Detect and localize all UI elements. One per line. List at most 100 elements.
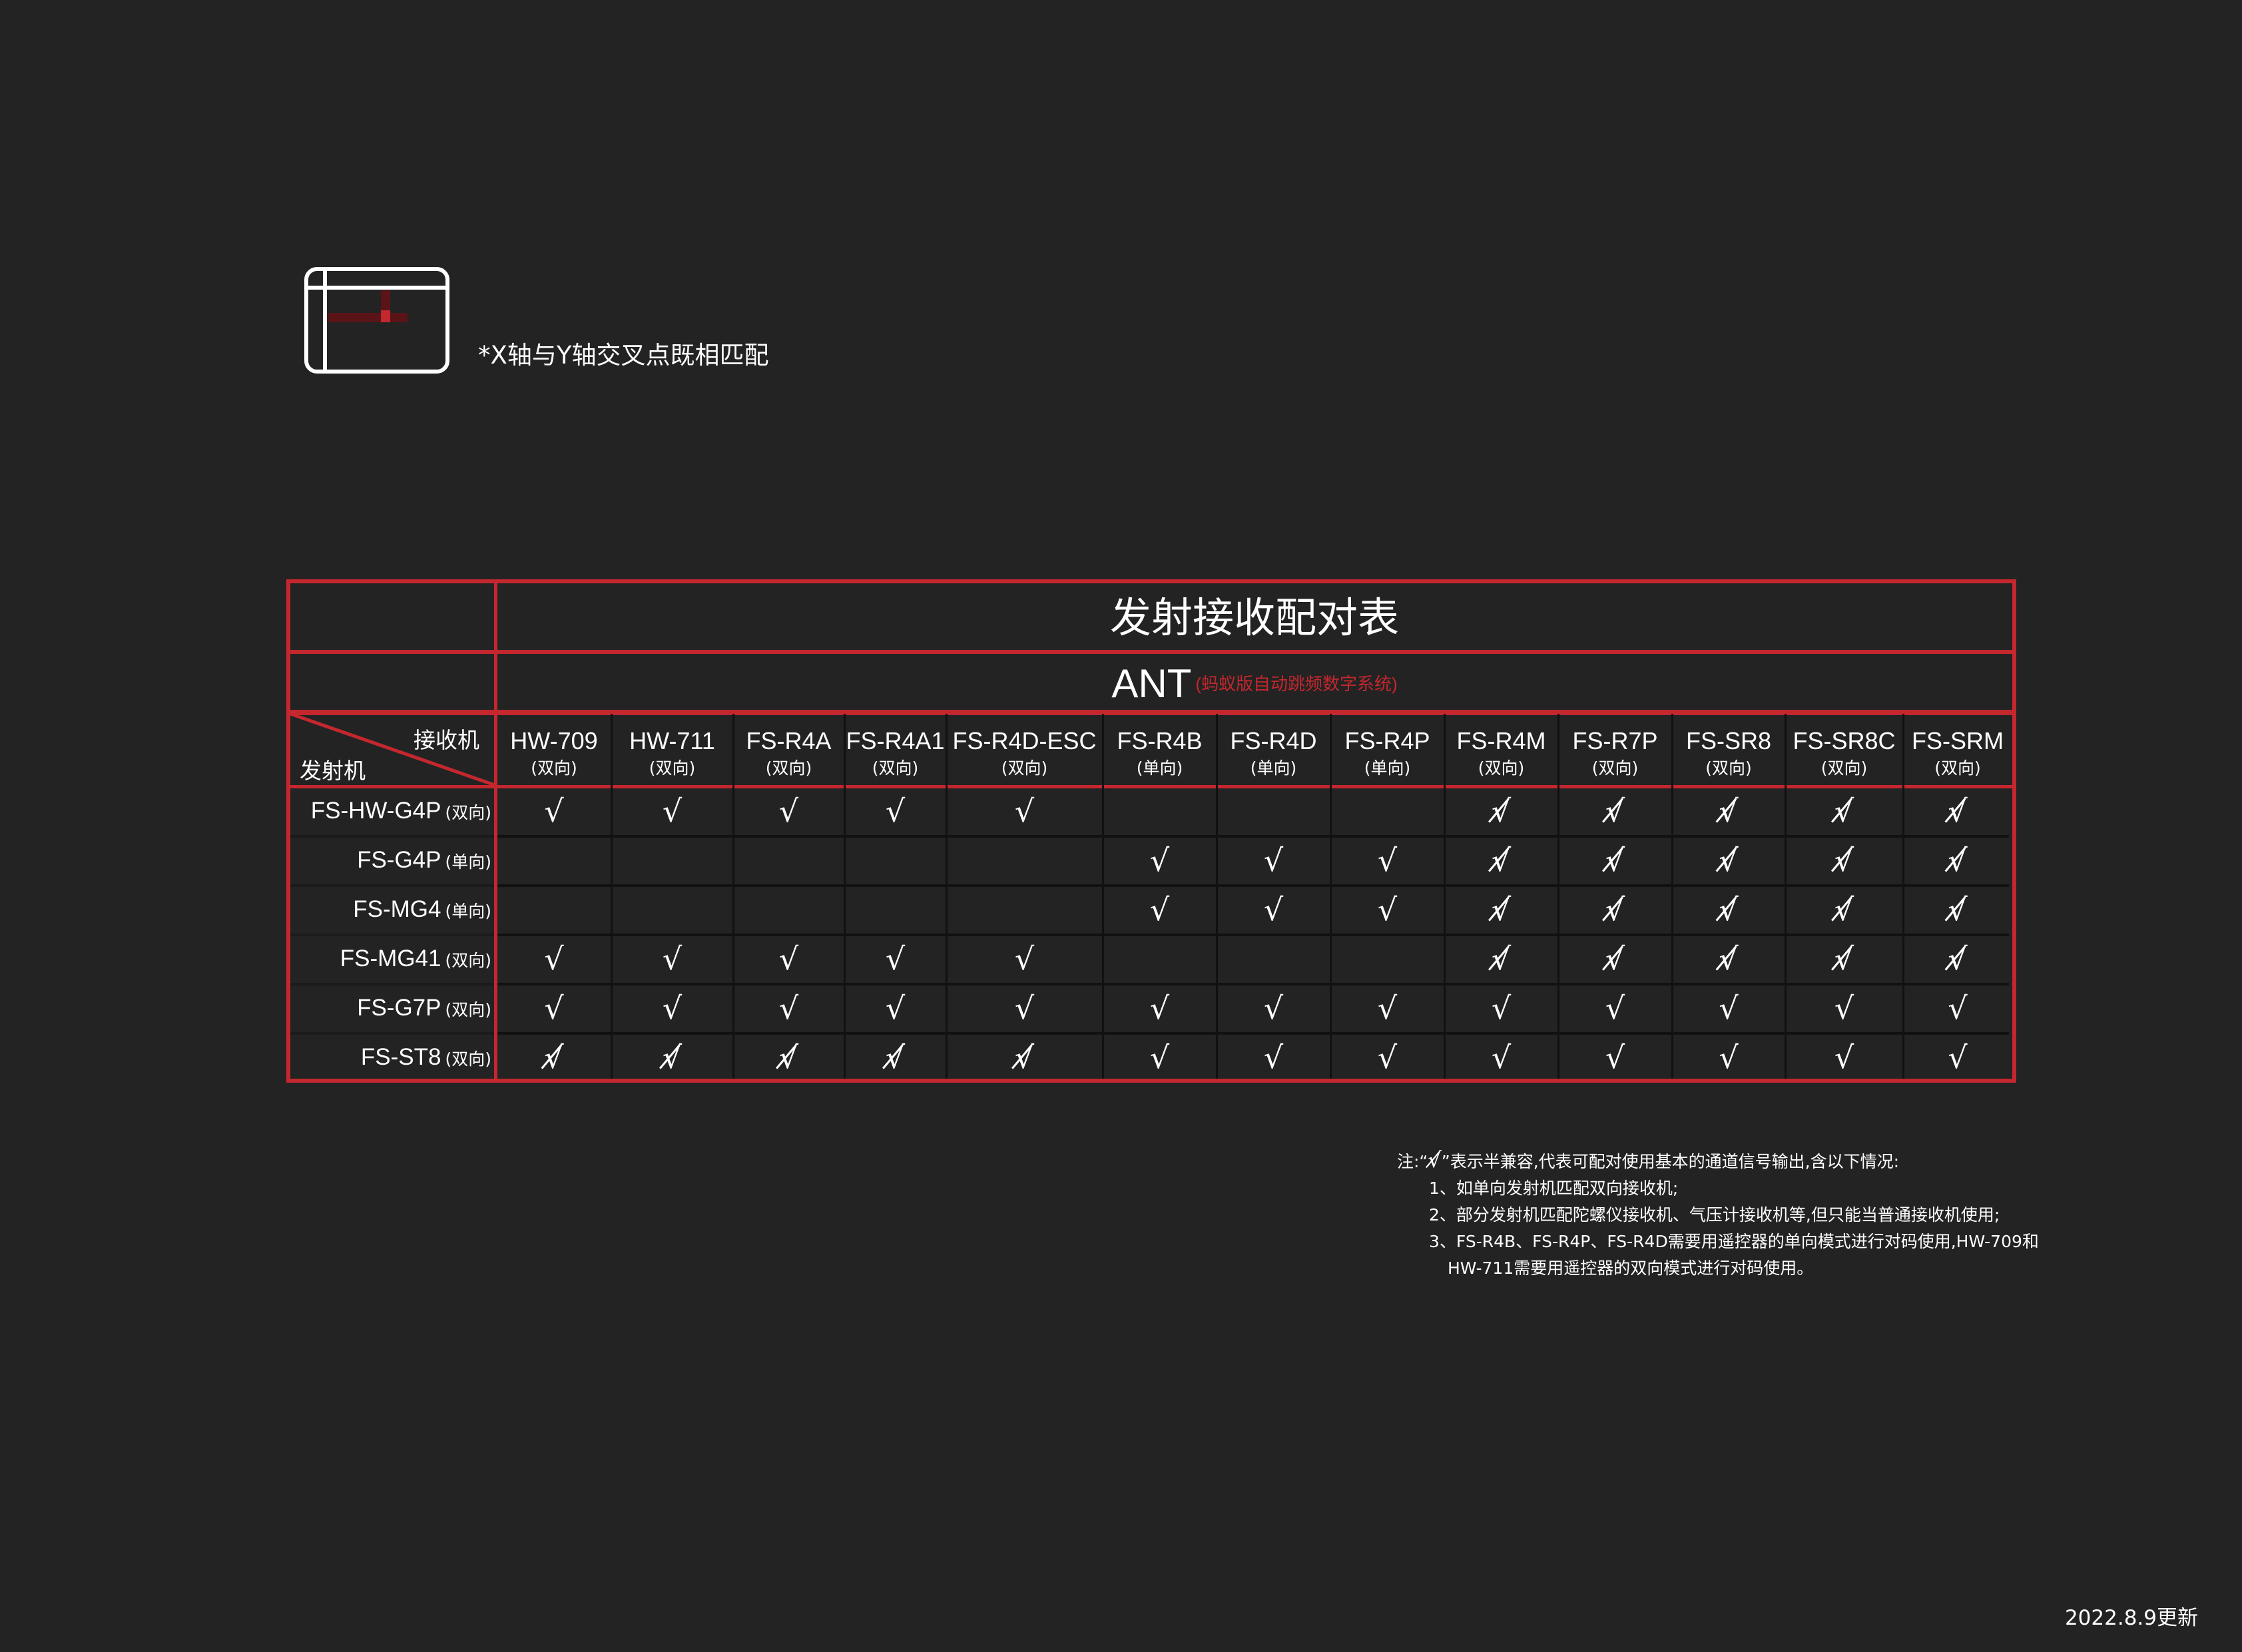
- column-header: FS-R4A (双向): [733, 726, 844, 780]
- compat-mark: √̸: [1605, 941, 1625, 977]
- empty-cell: [611, 886, 733, 934]
- column-direction: (双向): [649, 758, 696, 778]
- row-header: FS-MG41 (双向): [290, 935, 491, 983]
- column-model: FS-R4P: [1344, 727, 1430, 754]
- compat-mark: √̸: [778, 1039, 799, 1075]
- compat-mark: √̸: [1605, 793, 1625, 829]
- compat-mark: √̸: [544, 1039, 564, 1075]
- row-header: FS-ST8 (双向): [290, 1033, 491, 1081]
- compat-mark: √: [778, 793, 799, 829]
- update-date: 2022.8.9更新: [2064, 1606, 2198, 1630]
- compat-mark: √̸: [662, 1039, 683, 1075]
- compat-mark: √̸: [1491, 941, 1512, 977]
- compat-mark: √̸: [885, 1039, 906, 1075]
- empty-cell: [1217, 787, 1330, 835]
- compat-mark: √: [1149, 1039, 1170, 1075]
- compat-mark: √: [1263, 892, 1284, 928]
- compat-mark: √̸: [1948, 941, 1968, 977]
- compat-mark: √̸: [1948, 892, 1968, 928]
- compat-mark: √̸: [1491, 793, 1512, 829]
- column-model: FS-R4B: [1117, 727, 1203, 754]
- column-header: FS-SRM (双向): [1903, 726, 2012, 780]
- compat-mark: √: [1491, 1039, 1512, 1075]
- pairing-table: 发射接收配对表 ANT (蚂蚁版自动跳频数字系统) 接收机 发射机 HW-709(…: [286, 579, 2016, 1083]
- note-item: 3、FS-R4B、FS-R4P、FS-R4D需要用遥控器的单向模式进行对码使用,…: [1429, 1232, 2039, 1251]
- compat-mark: √̸: [1491, 892, 1512, 928]
- compat-mark: √: [1491, 990, 1512, 1026]
- compat-mark: √: [1014, 990, 1035, 1026]
- column-direction: (双向): [872, 758, 919, 778]
- column-header: HW-709 (双向): [497, 726, 611, 780]
- compat-mark: √: [885, 793, 906, 829]
- row-model: FS-MG4: [353, 896, 441, 922]
- compat-mark: √̸: [1014, 1039, 1035, 1075]
- compat-mark: √̸: [1834, 892, 1854, 928]
- compat-mark: √: [1719, 1039, 1739, 1075]
- column-header: HW-711 (双向): [611, 726, 733, 780]
- empty-cell: [1103, 787, 1217, 835]
- empty-cell: [497, 886, 611, 934]
- column-model: FS-R4A: [746, 727, 832, 754]
- brand-name: ANT: [1111, 661, 1192, 706]
- empty-cell: [1217, 935, 1330, 983]
- compat-mark: √: [885, 990, 906, 1026]
- row-direction: (双向): [445, 1049, 491, 1069]
- compat-mark: √̸: [1948, 842, 1968, 878]
- compat-mark: √̸: [1719, 892, 1739, 928]
- row-model: FS-MG41: [340, 946, 441, 971]
- brand-row: ANT (蚂蚁版自动跳频数字系统): [497, 654, 2012, 714]
- compat-mark: √: [1149, 892, 1170, 928]
- note-item: 1、如单向发射机匹配双向接收机;: [1429, 1179, 1679, 1198]
- half-compatible-mark: √̸: [1428, 1147, 1442, 1173]
- column-model: FS-SRM: [1912, 727, 2004, 754]
- compat-mark: √: [1263, 842, 1284, 878]
- column-direction: (双向): [765, 758, 812, 778]
- compat-mark: √: [662, 941, 683, 977]
- column-direction: (单向): [1136, 758, 1183, 778]
- divider: [290, 710, 2012, 715]
- empty-cell: [946, 836, 1103, 884]
- row-direction: (双向): [445, 1000, 491, 1019]
- note-item: 2、部分发射机匹配陀螺仪接收机、气压计接收机等,但只能当普通接收机使用;: [1429, 1205, 2000, 1225]
- column-direction: (单向): [1250, 758, 1297, 778]
- column-direction: (双向): [1001, 758, 1048, 778]
- compat-mark: √̸: [1605, 842, 1625, 878]
- compat-mark: √: [1014, 793, 1035, 829]
- legend-caption: *X轴与Y轴交叉点既相匹配: [478, 341, 769, 370]
- compat-mark: √: [544, 941, 564, 977]
- empty-cell: [844, 836, 946, 884]
- column-model: FS-R4D: [1230, 727, 1317, 754]
- compat-mark: √̸: [1719, 793, 1739, 829]
- empty-cell: [1103, 935, 1217, 983]
- row-direction: (单向): [445, 902, 491, 921]
- compat-mark: √: [544, 990, 564, 1026]
- compat-mark: √: [1263, 1039, 1284, 1075]
- compat-mark: √: [1605, 1039, 1625, 1075]
- column-model: FS-R4D-ESC: [952, 727, 1097, 754]
- empty-cell: [497, 836, 611, 884]
- column-model: FS-SR8C: [1793, 727, 1896, 754]
- compat-mark: √̸: [1605, 892, 1625, 928]
- compat-mark: √: [1377, 842, 1398, 878]
- compat-mark: √: [1014, 941, 1035, 977]
- column-header: FS-R4D-ESC (双向): [946, 726, 1103, 780]
- row-header: FS-G4P (单向): [290, 836, 491, 884]
- crosshair-grid-icon: [304, 266, 450, 374]
- row-direction: (双向): [445, 951, 491, 970]
- compat-mark: √: [1834, 1039, 1854, 1075]
- compat-mark: √̸: [1834, 842, 1854, 878]
- row-header: FS-MG4 (单向): [290, 886, 491, 934]
- compat-mark: √̸: [1834, 793, 1854, 829]
- column-model: HW-711: [629, 727, 715, 754]
- compat-mark: √: [1948, 990, 1968, 1026]
- column-model: FS-SR8: [1685, 727, 1772, 754]
- empty-cell: [844, 886, 946, 934]
- compat-mark: √: [1377, 990, 1398, 1026]
- row-direction: (双向): [445, 803, 491, 822]
- column-model: FS-R7P: [1572, 727, 1658, 754]
- compat-mark: √: [662, 793, 683, 829]
- compat-mark: √: [1948, 1039, 1968, 1075]
- column-model: HW-709: [510, 727, 598, 754]
- column-header: FS-R4B (单向): [1103, 726, 1217, 780]
- column-header: FS-R4M (双向): [1444, 726, 1558, 780]
